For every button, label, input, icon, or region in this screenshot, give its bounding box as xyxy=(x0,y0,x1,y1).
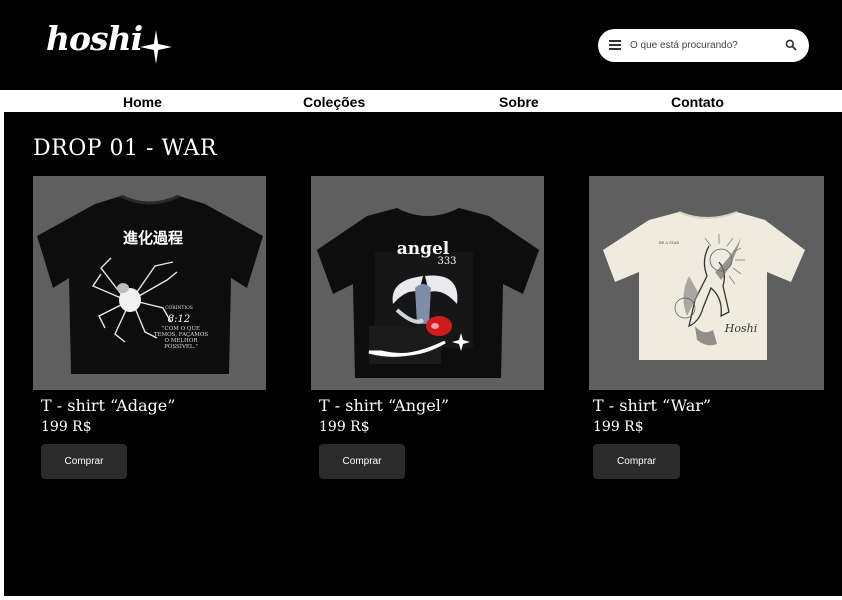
search-bar xyxy=(598,29,809,62)
sparkle-star-icon xyxy=(140,30,172,64)
product-image[interactable]: angel 333 xyxy=(311,176,544,390)
product-name[interactable]: T - shirt “War” xyxy=(593,396,711,415)
tshirt-angel-illustration: angel 333 xyxy=(317,208,539,378)
shirt-print-quote-line: POSSÍVEL." xyxy=(164,343,198,350)
shirt-print-title: 進化過程 xyxy=(123,229,183,247)
buy-button[interactable]: Comprar xyxy=(593,444,680,479)
nav-item-home[interactable]: Home xyxy=(123,94,162,110)
brand-logo[interactable]: hoshi xyxy=(46,18,181,78)
product-image[interactable]: BE A STAR Hoshi xyxy=(589,176,824,390)
nav-item-sobre[interactable]: Sobre xyxy=(499,94,539,110)
buy-button[interactable]: Comprar xyxy=(319,444,405,479)
tshirt-war-illustration: BE A STAR Hoshi xyxy=(603,211,805,360)
shirt-print-tag: BE A STAR xyxy=(659,241,679,245)
shirt-print-number: 333 xyxy=(437,256,456,267)
shirt-print-sub: CORINTIOS xyxy=(165,305,193,311)
search-icon[interactable] xyxy=(785,39,797,51)
shirt-print-signature: Hoshi xyxy=(724,322,757,335)
product-image[interactable]: 進化過程 CORINTIOS 8:12 "COM O QUE TEMOS, FA… xyxy=(33,176,266,390)
buy-button[interactable]: Comprar xyxy=(41,444,127,479)
brand-logo-text: hoshi xyxy=(46,19,143,58)
header: hoshi xyxy=(0,0,842,90)
product-section: DROP 01 - WAR 進化過程 CORINTIOS 8:12 "COM O… xyxy=(4,112,842,596)
product-price: 199 R$ xyxy=(41,419,92,435)
nav-item-contato[interactable]: Contato xyxy=(671,94,724,110)
product-name[interactable]: T - shirt “Adage” xyxy=(41,396,175,415)
product-price: 199 R$ xyxy=(593,419,644,435)
menu-icon[interactable] xyxy=(609,40,621,50)
product-price: 199 R$ xyxy=(319,419,370,435)
section-title: DROP 01 - WAR xyxy=(33,136,217,161)
nav-item-colecoes[interactable]: Coleções xyxy=(303,94,365,110)
shirt-print-verse: 8:12 xyxy=(168,314,190,325)
main-nav: Home Coleções Sobre Contato xyxy=(0,90,842,112)
search-input[interactable] xyxy=(630,37,775,54)
product-name[interactable]: T - shirt “Angel” xyxy=(319,396,449,415)
tshirt-adage-illustration: 進化過程 CORINTIOS 8:12 "COM O QUE TEMOS, FA… xyxy=(37,194,263,374)
